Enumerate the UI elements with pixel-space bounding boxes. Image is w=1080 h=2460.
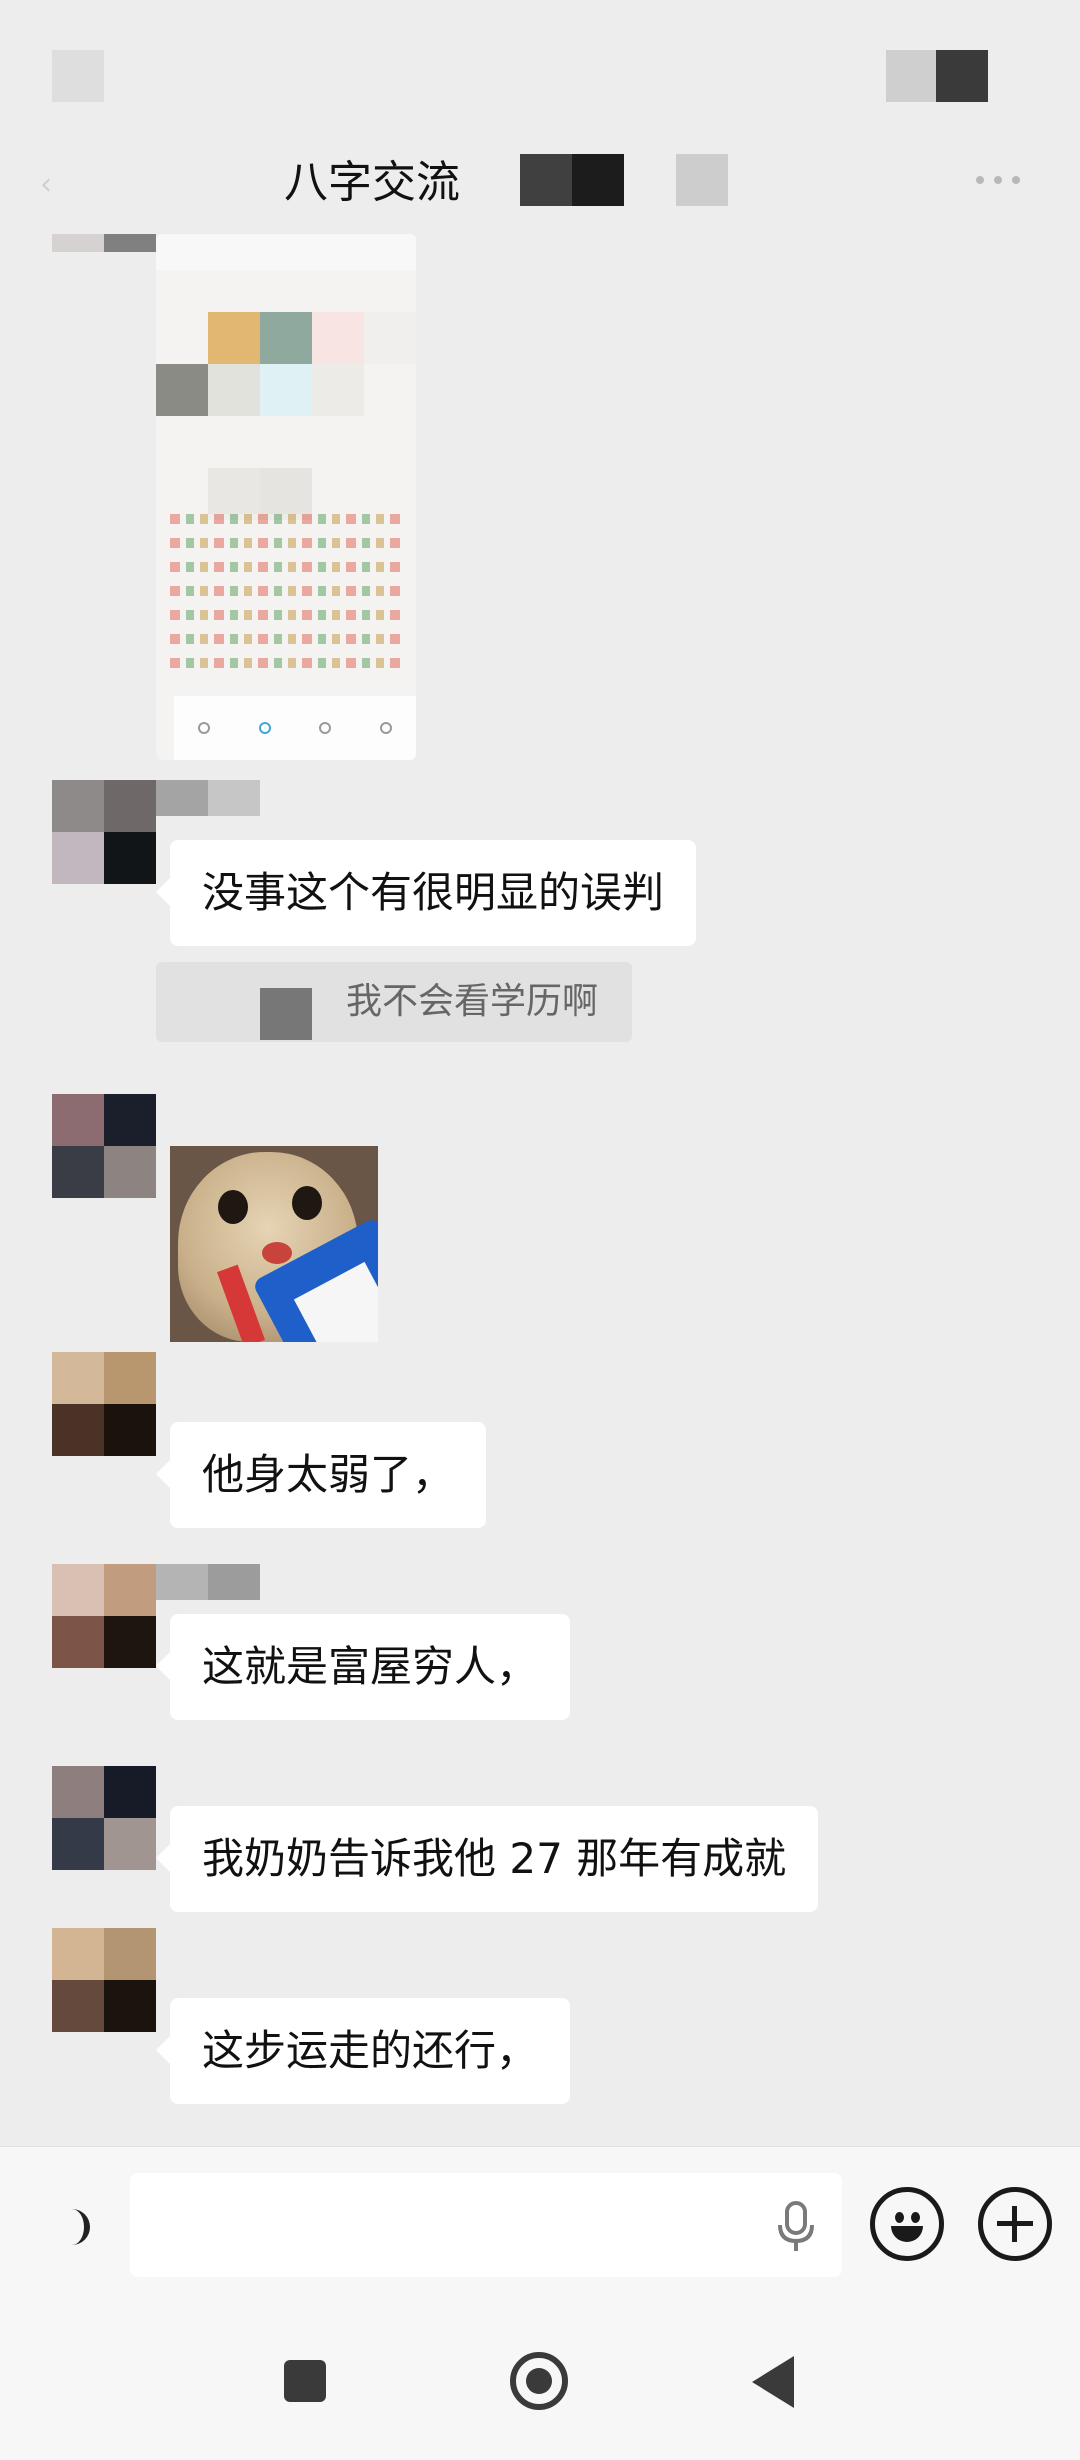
- screenshot-statusbar: [156, 234, 416, 270]
- mosaic-block: [624, 154, 676, 206]
- mic-icon[interactable]: [774, 2199, 818, 2255]
- screenshot-cell: [156, 364, 208, 416]
- status-right-blurred: [886, 50, 988, 102]
- screenshot-cell: [312, 312, 364, 364]
- quote-text: 我不会看学历啊: [346, 981, 599, 1022]
- more-icon[interactable]: [976, 160, 1036, 200]
- title-mosaic: [520, 154, 728, 206]
- input-bar: [0, 2146, 1080, 2298]
- message-bubble[interactable]: 他身太弱了，: [155, 1422, 487, 1528]
- screenshot-cell: [208, 468, 260, 520]
- quote-mosaic: [260, 988, 312, 1040]
- recent-apps-icon[interactable]: [284, 2360, 326, 2402]
- avatar[interactable]: [52, 1094, 156, 1198]
- screenshot-table: [170, 514, 406, 682]
- avatar[interactable]: [52, 1564, 156, 1668]
- status-block: [886, 50, 936, 102]
- screenshot-cell: [364, 312, 416, 364]
- status-block: [936, 50, 988, 102]
- chat-area[interactable]: 没事这个有很明显的误判 我不会看学历啊 他身太弱了， 这就是富屋穷人， 我奶奶告…: [0, 234, 1080, 2146]
- sticker-message[interactable]: [170, 1146, 378, 1342]
- screenshot-cell: [312, 364, 364, 416]
- plus-icon[interactable]: [978, 2187, 1052, 2261]
- mosaic-block: [676, 154, 728, 206]
- message-bubble[interactable]: 我奶奶告诉我他 27 那年有成就: [155, 1806, 819, 1912]
- title-bar: ‹ 八字交流: [0, 140, 1080, 234]
- voice-toggle-icon[interactable]: [40, 2199, 100, 2259]
- message-bubble[interactable]: 这步运走的还行，: [155, 1998, 571, 2104]
- mosaic-block: [572, 154, 624, 206]
- screenshot-cell: [208, 364, 260, 416]
- avatar[interactable]: [52, 780, 156, 884]
- home-icon[interactable]: [510, 2352, 568, 2410]
- avatar[interactable]: [52, 1928, 156, 2032]
- emoji-icon[interactable]: [870, 2187, 944, 2261]
- mosaic-block: [520, 154, 572, 206]
- back-icon[interactable]: ‹: [40, 160, 80, 210]
- status-bar: [0, 0, 1080, 140]
- message-bubble[interactable]: 没事这个有很明显的误判: [155, 840, 697, 946]
- screenshot-cell: [260, 468, 312, 520]
- sender-name-blurred: [156, 780, 260, 816]
- chat-title: 八字交流: [284, 157, 460, 208]
- quote-reply[interactable]: 我不会看学历啊: [156, 962, 632, 1042]
- system-nav-bar: [0, 2298, 1080, 2460]
- message-bubble[interactable]: 这就是富屋穷人，: [155, 1614, 571, 1720]
- avatar[interactable]: [52, 234, 156, 304]
- sender-name-blurred: [156, 1564, 260, 1600]
- back-triangle-icon[interactable]: [752, 2356, 794, 2408]
- screenshot-cell: [260, 364, 312, 416]
- screenshot-cell: [260, 312, 312, 364]
- screenshot-cell: [208, 312, 260, 364]
- status-left-blurred: [52, 50, 104, 102]
- screenshot-navbar: [174, 696, 416, 760]
- cat-eye: [218, 1190, 248, 1224]
- image-message-screenshot[interactable]: [156, 234, 416, 760]
- cat-eye: [292, 1186, 322, 1220]
- message-input[interactable]: [130, 2173, 842, 2277]
- avatar[interactable]: [52, 1766, 156, 1870]
- cat-nose: [262, 1242, 292, 1264]
- avatar[interactable]: [52, 1352, 156, 1456]
